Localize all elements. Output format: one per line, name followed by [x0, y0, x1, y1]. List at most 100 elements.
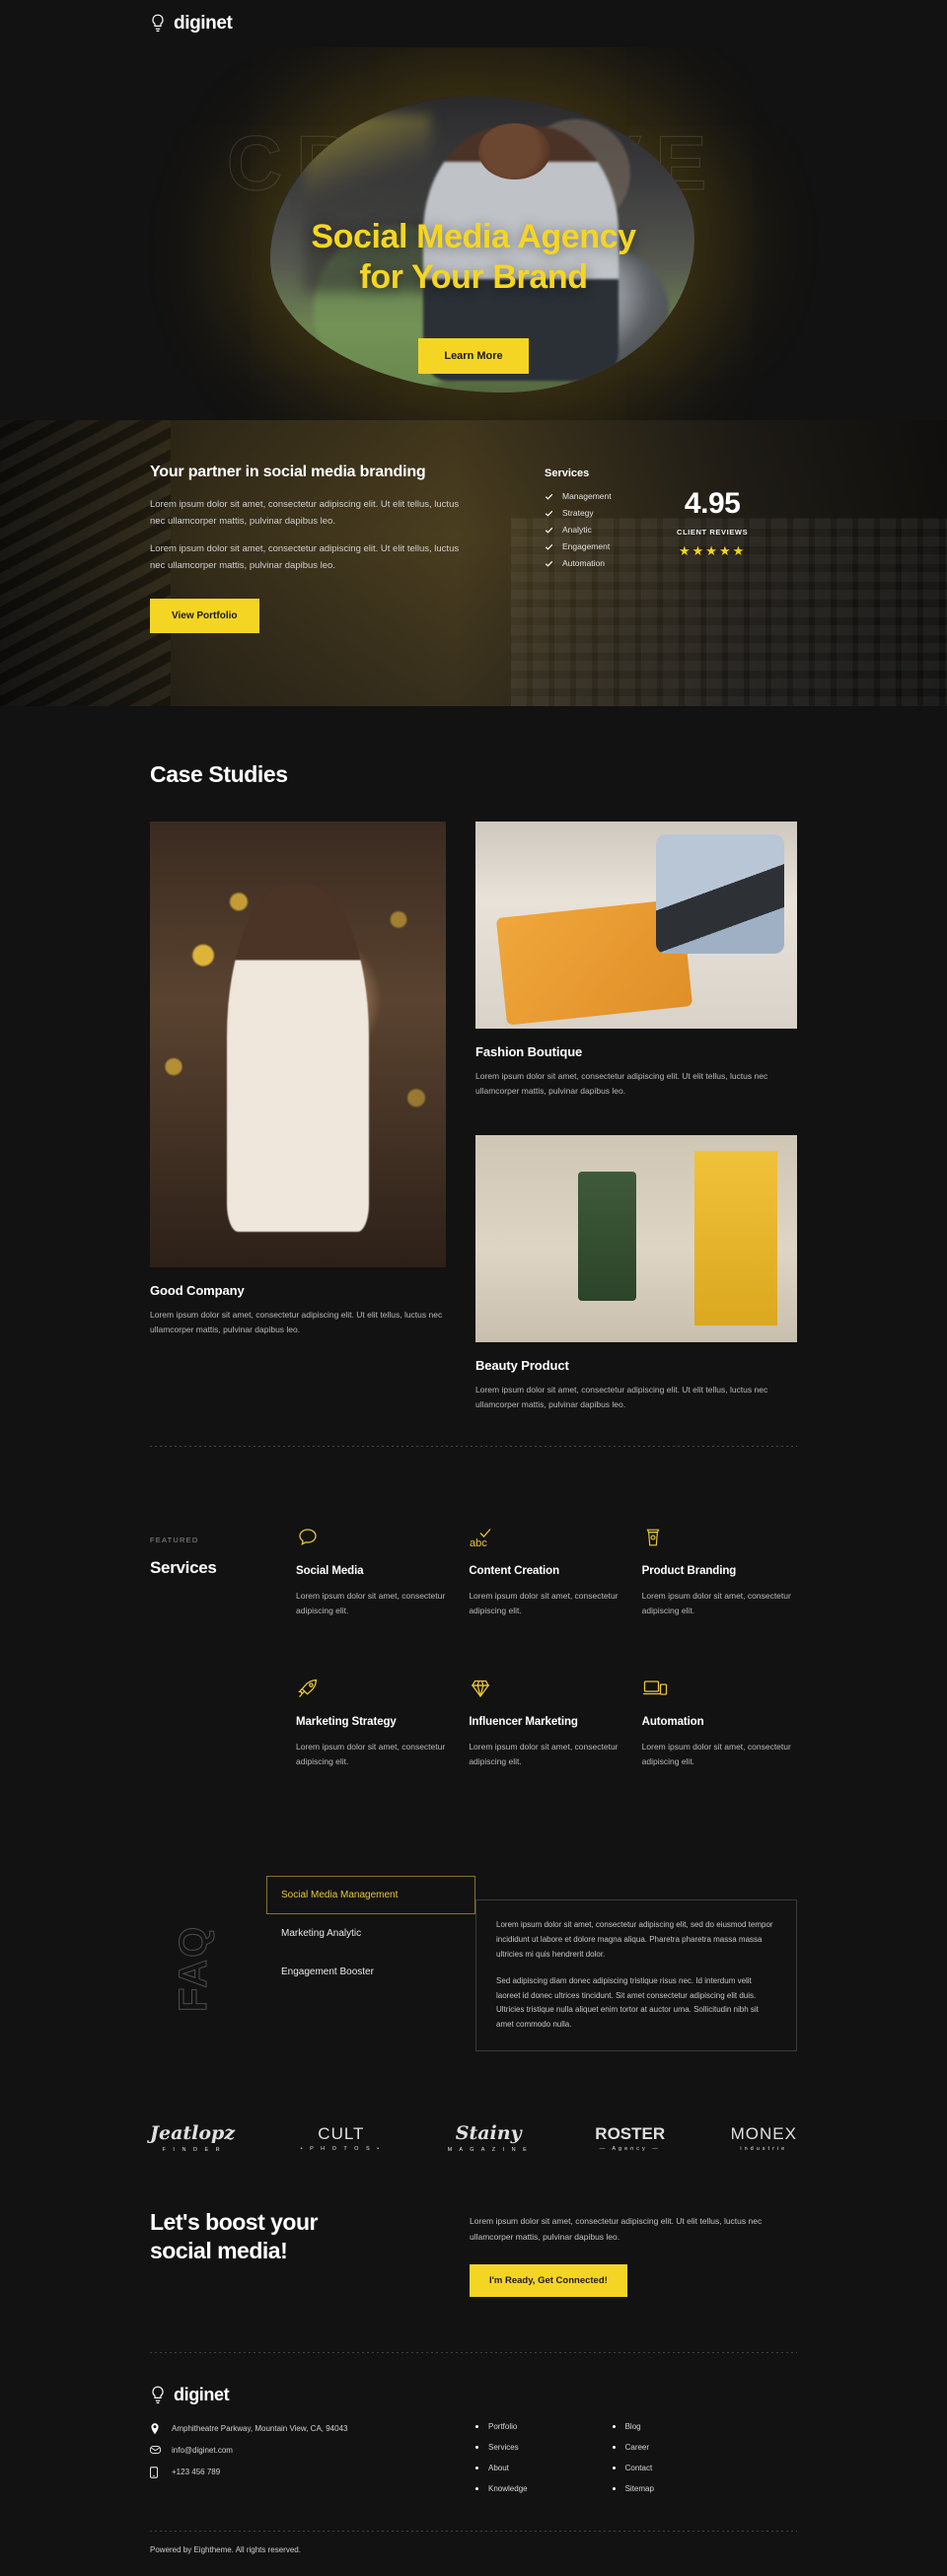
faq-side-word: FAQ	[172, 1925, 216, 2013]
footer-email-row[interactable]: info@diginet.com	[150, 2445, 475, 2456]
service-name: Content Creation	[469, 1565, 560, 1578]
speech-bubble-icon	[296, 1526, 451, 1549]
bullet-icon	[475, 2487, 478, 2491]
footer-phone-row[interactable]: +123 456 789	[150, 2467, 475, 2479]
service-card-content-creation[interactable]: abc Content Creation Lorem ipsum dolor s…	[469, 1526, 623, 1619]
footer-link-label: Knowledge	[488, 2484, 528, 2494]
list-item-label: Automation	[562, 558, 605, 568]
hero-headline: Social Media Agency for Your Brand	[0, 217, 947, 299]
service-card-influencer-marketing[interactable]: Influencer Marketing Lorem ipsum dolor s…	[469, 1677, 623, 1770]
footer-link-label: Blog	[624, 2422, 641, 2432]
case-study-card-fashion-boutique[interactable]: Fashion Boutique Lorem ipsum dolor sit a…	[475, 822, 797, 1100]
section-divider	[150, 1446, 797, 1448]
service-name: Product Branding	[641, 1565, 737, 1578]
landing-page: diginet CREATIVE Social Media Agency for…	[0, 0, 947, 2576]
phone-icon	[150, 2467, 160, 2479]
lightbulb-icon	[150, 2386, 166, 2405]
service-description: Lorem ipsum dolor sit amet, consectetur …	[296, 1741, 446, 1767]
case-studies-section: Case Studies Good Company Lorem ipsum do…	[0, 706, 947, 1457]
service-name: Marketing Strategy	[296, 1715, 397, 1728]
view-portfolio-button[interactable]: View Portfolio	[150, 598, 259, 633]
client-logo-name: ROSTER	[595, 2123, 666, 2143]
footer-link-label: About	[488, 2464, 509, 2473]
partner-services-title: Services	[545, 467, 590, 479]
hero-learn-more-button[interactable]: Learn More	[418, 338, 529, 374]
partner-paragraph-2: Lorem ipsum dolor sit amet, consectetur …	[150, 543, 460, 571]
location-pin-icon	[150, 2423, 160, 2435]
service-description: Lorem ipsum dolor sit amet, consectetur …	[296, 1591, 446, 1616]
bullet-icon	[475, 2425, 478, 2429]
faq-tab-engagement-booster[interactable]: Engagement Booster	[266, 1953, 475, 1991]
footer-link-knowledge[interactable]: Knowledge	[475, 2484, 528, 2493]
footer-link-sitemap[interactable]: Sitemap	[612, 2484, 654, 2494]
rocket-icon	[296, 1677, 451, 1700]
services-eyebrow: FEATURED	[150, 1536, 199, 1545]
partner-services-list-block: Services Management Strategy Analytic En…	[545, 467, 612, 633]
footer-link-services[interactable]: Services	[475, 2443, 528, 2452]
rating-value: 4.95	[684, 487, 741, 520]
service-card-automation[interactable]: Automation Lorem ipsum dolor sit amet, c…	[642, 1677, 797, 1770]
footer-link-blog[interactable]: Blog	[612, 2422, 654, 2432]
partner-title: Your partner in social media branding	[150, 464, 426, 480]
brand-name: diginet	[174, 13, 233, 34]
copyright-text: Powered by Eightheme. All rights reserve…	[150, 2545, 301, 2555]
bullet-icon	[612, 2467, 616, 2470]
partner-services-list: Management Strategy Analytic Engagement …	[545, 491, 612, 568]
list-item-label: Strategy	[562, 508, 594, 518]
client-logo-jeatlopz: Jeatlopz F I N D E R	[150, 2123, 235, 2153]
client-logos-row: Jeatlopz F I N D E R CULT • P H O T O S …	[0, 2091, 947, 2192]
svg-text:abc: abc	[470, 1538, 487, 1549]
case-study-image	[150, 822, 446, 1267]
faq-tab-social-media-management[interactable]: Social Media Management	[266, 1876, 475, 1915]
list-item: Analytic	[545, 525, 612, 535]
case-study-card-beauty-product[interactable]: Beauty Product Lorem ipsum dolor sit ame…	[475, 1134, 797, 1413]
service-card-product-branding[interactable]: Product Branding Lorem ipsum dolor sit a…	[642, 1526, 797, 1619]
cta-paragraph: Lorem ipsum dolor sit amet, consectetur …	[470, 2215, 763, 2242]
footer-link-career[interactable]: Career	[612, 2443, 654, 2452]
bullet-icon	[612, 2446, 616, 2450]
client-logo-stainy: Stainy M A G A Z I N E	[448, 2121, 530, 2153]
footer-address: Amphitheatre Parkway, Mountain View, CA,…	[172, 2424, 348, 2434]
hero-section: CREATIVE Social Media Agency for Your Br…	[0, 47, 947, 420]
client-logo-name: Stainy	[455, 2121, 522, 2144]
footer-brand-logo[interactable]: diginet	[150, 2385, 475, 2405]
client-logo-cult: CULT • P H O T O S •	[301, 2125, 382, 2152]
client-logo-sub: — Agency —	[599, 2145, 661, 2152]
list-item-label: Management	[562, 491, 612, 501]
hero-headline-line2: for Your Brand	[359, 258, 588, 297]
client-logo-roster: ROSTER — Agency —	[595, 2125, 665, 2152]
list-item: Automation	[545, 558, 612, 568]
service-card-social-media[interactable]: Social Media Lorem ipsum dolor sit amet,…	[296, 1526, 451, 1619]
faq-answer-paragraph-2: Sed adipiscing diam donec adipiscing tri…	[496, 1975, 759, 2030]
case-study-title: Good Company	[150, 1283, 245, 1298]
cta-heading-line2: social media!	[150, 2238, 288, 2264]
cta-heading: Let's boost your social media!	[150, 2208, 436, 2297]
footer-link-about[interactable]: About	[475, 2464, 528, 2472]
footer-link-contact[interactable]: Contact	[612, 2464, 654, 2472]
list-item: Engagement	[545, 541, 612, 551]
case-study-title: Beauty Product	[475, 1357, 569, 1373]
brand-logo[interactable]: diginet	[150, 13, 233, 35]
footer-link-portfolio[interactable]: Portfolio	[475, 2422, 528, 2431]
footer-link-label: Sitemap	[624, 2484, 654, 2494]
case-study-card-good-company[interactable]: Good Company Lorem ipsum dolor sit amet,…	[150, 822, 446, 1412]
faq-tab-marketing-analytic[interactable]: Marketing Analytic	[266, 1914, 475, 1953]
bullet-icon	[612, 2425, 616, 2429]
check-icon	[545, 509, 553, 518]
site-header: diginet	[0, 0, 947, 47]
case-studies-heading: Case Studies	[150, 761, 288, 787]
service-description: Lorem ipsum dolor sit amet, consectetur …	[469, 1591, 619, 1616]
case-study-image	[475, 822, 797, 1029]
client-logo-name: CULT	[318, 2123, 365, 2143]
client-logo-monex: MONEX industrie	[731, 2125, 797, 2152]
services-heading: Services	[150, 1558, 217, 1578]
service-card-marketing-strategy[interactable]: Marketing Strategy Lorem ipsum dolor sit…	[296, 1677, 451, 1770]
service-name: Social Media	[296, 1565, 364, 1578]
partner-paragraph-1: Lorem ipsum dolor sit amet, consectetur …	[150, 499, 460, 527]
get-connected-button[interactable]: I'm Ready, Get Connected!	[470, 2264, 627, 2298]
check-icon	[545, 559, 553, 568]
faq-section: FAQ Social Media Management Marketing An…	[0, 1799, 947, 2091]
client-logo-sub: industrie	[740, 2145, 788, 2152]
faq-tab-list: Social Media Management Marketing Analyt…	[266, 1876, 475, 2051]
service-description: Lorem ipsum dolor sit amet, consectetur …	[469, 1741, 619, 1767]
